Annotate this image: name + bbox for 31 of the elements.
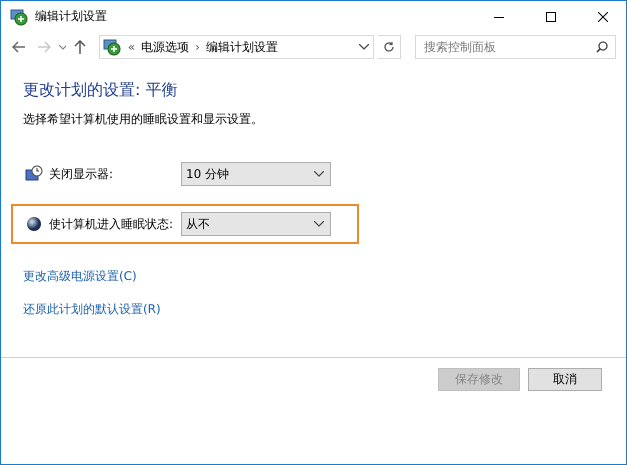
- setting-label: 关闭显示器:: [49, 166, 114, 182]
- recent-dropdown-icon[interactable]: [58, 44, 66, 50]
- back-arrow-icon[interactable]: [12, 41, 26, 53]
- control-panel-icon: [102, 37, 122, 57]
- chevron-down-icon[interactable]: [359, 44, 370, 50]
- monitor-clock-icon: [25, 165, 43, 183]
- chevron-down-icon[interactable]: [314, 171, 324, 177]
- dropdown[interactable]: 从不: [181, 212, 331, 236]
- chevron-down-icon[interactable]: [314, 221, 324, 227]
- window-title: 编辑计划设置: [35, 8, 108, 25]
- moon-icon: [25, 215, 43, 233]
- up-arrow-icon[interactable]: [74, 40, 86, 54]
- control-panel-icon: [9, 6, 29, 26]
- setting-label: 使计算机进入睡眠状态:: [49, 216, 174, 232]
- page-heading: 更改计划的设置: 平衡: [23, 80, 178, 101]
- breadcrumb[interactable]: 电源选项: [141, 38, 190, 56]
- dropdown[interactable]: 10 分钟: [181, 162, 331, 186]
- settings-link[interactable]: 还原此计划的默认设置(R): [23, 301, 161, 318]
- breadcrumb-separator[interactable]: ›: [195, 40, 200, 54]
- close-icon[interactable]: [598, 12, 608, 22]
- breadcrumb[interactable]: 编辑计划设置: [206, 38, 278, 56]
- maximize-icon[interactable]: [546, 12, 556, 22]
- refresh-button[interactable]: [378, 35, 402, 59]
- search-field[interactable]: 搜索控制面板: [415, 35, 616, 59]
- description-text: 选择希望计算机使用的睡眠设置和显示设置。: [23, 111, 264, 128]
- settings-link[interactable]: 更改高级电源设置(C): [23, 268, 137, 285]
- search-icon[interactable]: [596, 41, 608, 53]
- overflow-chevron[interactable]: «: [128, 40, 136, 54]
- address-bar[interactable]: « 电源选项 › 编辑计划设置: [98, 35, 374, 59]
- dialog-button[interactable]: 取消: [528, 368, 602, 391]
- refresh-icon[interactable]: [383, 41, 396, 53]
